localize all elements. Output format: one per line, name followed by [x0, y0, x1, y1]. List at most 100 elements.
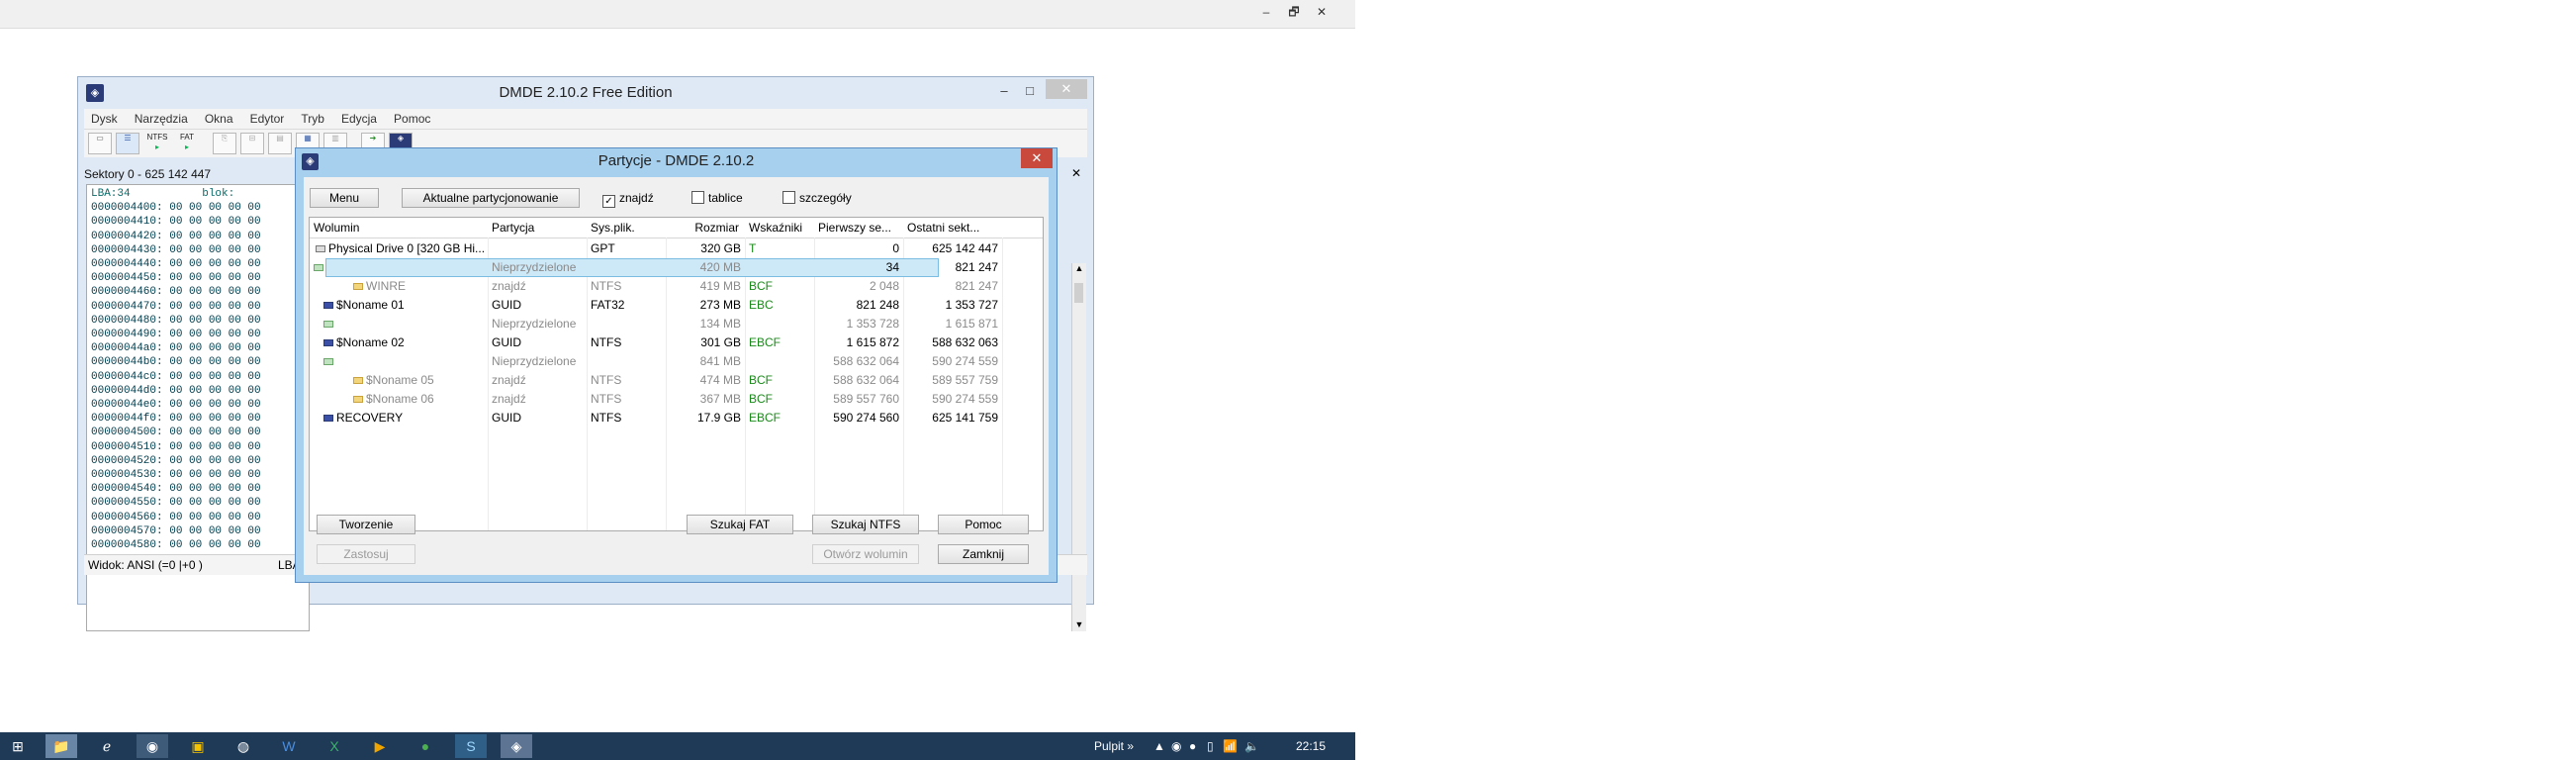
- minimize-icon[interactable]: –: [1256, 3, 1276, 21]
- close-button[interactable]: ✕: [1046, 79, 1087, 99]
- cell-size: 301 GB: [700, 335, 741, 349]
- partitions-table[interactable]: Wolumin Partycja Sys.plik. Rozmiar Wskaź…: [309, 217, 1044, 531]
- cell-flags: EBCF: [749, 411, 782, 425]
- col-size[interactable]: Rozmiar: [666, 218, 745, 238]
- volume-icon[interactable]: 🔈: [1244, 732, 1259, 760]
- table-row[interactable]: $Noname 02 GUID NTFS 301 GB EBCF 1 615 872 588…: [310, 333, 1043, 352]
- menu-tryb[interactable]: Tryb: [294, 109, 331, 129]
- checkbox-find[interactable]: ✓ znajdź: [602, 191, 654, 208]
- hex-row: 0000004580: 00 00 00 00 00: [91, 539, 261, 552]
- scroll-down-icon[interactable]: ▼: [1072, 619, 1086, 629]
- dialog-close-button[interactable]: ✕: [1021, 148, 1053, 168]
- table-row[interactable]: Nieprzydzielone 841 MB 588 632 064 590 274 …: [310, 352, 1043, 371]
- cell-partition: GUID: [492, 335, 521, 349]
- disk-icon[interactable]: ▭: [88, 133, 112, 154]
- tray-app-icon[interactable]: ◉: [1171, 732, 1181, 760]
- checkbox-details[interactable]: szczegóły: [782, 191, 852, 205]
- cell-first: 1 353 728: [846, 317, 899, 331]
- close-dialog-button[interactable]: Zamknij: [938, 544, 1029, 564]
- cell-partition: [492, 239, 587, 258]
- col-fs[interactable]: Sys.plik.: [587, 218, 666, 238]
- cell-flags: EBC: [749, 298, 774, 312]
- menu-button[interactable]: Menu: [310, 188, 379, 208]
- norton-icon[interactable]: ▣: [182, 734, 214, 758]
- cell-first: 34: [885, 260, 899, 274]
- dmde-icon[interactable]: ◈: [501, 734, 532, 758]
- cell-partition: GUID: [492, 411, 521, 425]
- excel-icon[interactable]: X: [319, 734, 350, 758]
- app-icon[interactable]: ◍: [228, 734, 259, 758]
- menu-narzedzia[interactable]: Narzędzia: [128, 109, 195, 129]
- table-row[interactable]: WINRE znajdź NTFS 419 MB BCF 2 048 821 247: [310, 277, 1043, 296]
- maximize-button[interactable]: □: [1016, 81, 1044, 101]
- col-flags[interactable]: Wskaźniki: [745, 218, 814, 238]
- windows-start-icon[interactable]: ⊞: [2, 734, 34, 758]
- menu-dysk[interactable]: Dysk: [84, 109, 125, 129]
- hex-row: 0000004550: 00 00 00 00 00: [91, 497, 261, 510]
- copy-icon[interactable]: ⎘: [213, 133, 236, 154]
- word-icon[interactable]: W: [273, 734, 305, 758]
- minimize-button[interactable]: –: [990, 81, 1018, 101]
- table-row[interactable]: RECOVERY GUID NTFS 17.9 GB EBCF 590 274 560 62…: [310, 409, 1043, 428]
- table-row[interactable]: $Noname 01 GUID FAT32 273 MB EBC 821 248 1 353…: [310, 296, 1043, 315]
- checkbox-details-box[interactable]: [782, 191, 795, 204]
- table-row[interactable]: Physical Drive 0 [320 GB Hi... GPT 320 GB T…: [310, 239, 1043, 258]
- chrome-icon[interactable]: ◉: [137, 734, 168, 758]
- checkbox-tables-box[interactable]: [691, 191, 704, 204]
- green-app-icon[interactable]: ●: [410, 734, 441, 758]
- cell-first: 0: [892, 241, 899, 255]
- col-partition[interactable]: Partycja: [488, 218, 587, 238]
- list-view-icon[interactable]: ☰: [116, 133, 139, 154]
- open-volume-button[interactable]: Otwórz wolumin: [812, 544, 919, 564]
- search-ntfs-button[interactable]: Szukaj NTFS: [812, 515, 919, 534]
- empty-area: [1355, 0, 2576, 760]
- current-partitioning-button[interactable]: Aktualne partycjonowanie: [402, 188, 580, 208]
- tray-expand-icon[interactable]: ▲: [1153, 732, 1165, 760]
- cell-last: 821 247: [955, 260, 998, 274]
- network-icon[interactable]: 📶: [1223, 732, 1238, 760]
- doc-icon[interactable]: ▤: [268, 133, 292, 154]
- ie-icon[interactable]: ℯ: [91, 734, 123, 758]
- clock-time[interactable]: 22:15: [1296, 732, 1326, 760]
- pane-close-icon[interactable]: ✕: [1071, 166, 1081, 180]
- col-first-sector[interactable]: Pierwszy se...: [814, 218, 903, 238]
- cell-size: 367 MB: [699, 392, 741, 406]
- close-icon[interactable]: ✕: [1312, 3, 1332, 21]
- checkbox-tables[interactable]: tablice: [691, 191, 743, 205]
- menu-okna[interactable]: Okna: [198, 109, 240, 129]
- explorer-icon[interactable]: 📁: [46, 734, 77, 758]
- table-row[interactable]: $Noname 05 znajdź NTFS 474 MB BCF 588 632 064…: [310, 371, 1043, 390]
- menu-pomoc[interactable]: Pomoc: [387, 109, 437, 129]
- pulpit-toolbar[interactable]: Pulpit »: [1094, 732, 1134, 760]
- table-row[interactable]: Nieprzydzielone 420 MB 34 821 247: [314, 258, 998, 277]
- col-volume[interactable]: Wolumin: [310, 218, 488, 238]
- tree-icon[interactable]: ⊟: [240, 133, 264, 154]
- status-view: Widok: ANSI (=0 |+0 ): [88, 558, 203, 572]
- media-icon[interactable]: ▶: [364, 734, 396, 758]
- cell-flags: T: [749, 241, 757, 255]
- tray-phone-icon[interactable]: ▯: [1207, 732, 1214, 760]
- table-row[interactable]: $Noname 06 znajdź NTFS 367 MB BCF 589 557 760…: [310, 390, 1043, 409]
- hex-row: 00000044e0: 00 00 00 00 00: [91, 399, 261, 412]
- tray-chrome-icon[interactable]: ●: [1189, 732, 1196, 760]
- scroll-thumb[interactable]: [1074, 283, 1083, 303]
- cell-fs: [591, 352, 666, 371]
- skype-icon[interactable]: S: [455, 734, 487, 758]
- search-fat-button[interactable]: Szukaj FAT: [687, 515, 793, 534]
- menu-edycja[interactable]: Edycja: [334, 109, 384, 129]
- restore-icon[interactable]: 🗗: [1284, 3, 1304, 21]
- checkbox-find-box[interactable]: ✓: [602, 195, 615, 208]
- apply-button[interactable]: Zastosuj: [317, 544, 415, 564]
- col-last-sector[interactable]: Ostatni sekt...: [903, 218, 1002, 238]
- ntfs-tool-icon[interactable]: NTFS ▸: [145, 133, 169, 154]
- create-button[interactable]: Tworzenie: [317, 515, 415, 534]
- fat-tool-icon[interactable]: FAT ▸: [175, 133, 199, 154]
- hex-row: 0000004420: 00 00 00 00 00: [91, 230, 261, 242]
- help-button[interactable]: Pomoc: [938, 515, 1029, 534]
- scroll-up-icon[interactable]: ▲: [1072, 263, 1086, 273]
- menu-edytor[interactable]: Edytor: [243, 109, 292, 129]
- vertical-scrollbar[interactable]: ▲ ▼: [1071, 263, 1086, 631]
- checkbox-tables-label: tablice: [708, 191, 743, 205]
- cell-last: 625 142 447: [932, 241, 998, 255]
- table-row[interactable]: Nieprzydzielone 134 MB 1 353 728 1 615 871: [310, 315, 1043, 333]
